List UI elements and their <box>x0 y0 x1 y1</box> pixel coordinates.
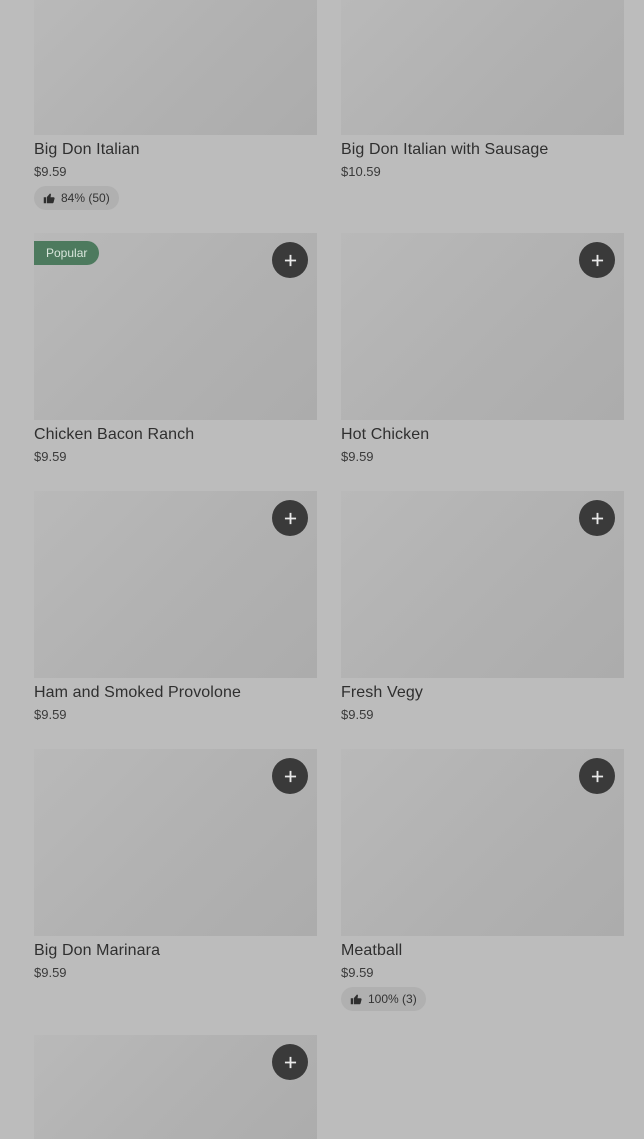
item-price: $9.59 <box>34 164 67 179</box>
menu-item-card[interactable]: Big Don Italian with Sausage $10.59 <box>341 0 624 180</box>
item-name: Fresh Vegy <box>341 684 423 701</box>
menu-item-card[interactable]: Popular Chicken Bacon Ranch $9.59 <box>34 233 317 465</box>
item-name: Ham and Smoked Provolone <box>34 684 241 701</box>
item-image <box>341 749 624 936</box>
add-item-button[interactable] <box>272 758 308 794</box>
menu-item-card[interactable] <box>34 1035 317 1139</box>
plus-icon <box>591 512 604 525</box>
plus-icon <box>284 254 297 267</box>
item-price: $9.59 <box>34 965 67 980</box>
thumbs-up-icon <box>350 993 362 1005</box>
add-item-button[interactable] <box>272 500 308 536</box>
item-price: $9.59 <box>341 965 374 980</box>
plus-icon <box>591 254 604 267</box>
rating-text: 100% (3) <box>368 992 417 1006</box>
add-item-button[interactable] <box>579 758 615 794</box>
menu-item-card[interactable]: Hot Chicken $9.59 <box>341 233 624 465</box>
item-image <box>34 749 317 936</box>
item-image <box>34 1035 317 1139</box>
rating-badge: 100% (3) <box>341 987 426 1011</box>
item-image <box>34 491 317 678</box>
item-price: $9.59 <box>34 707 67 722</box>
item-name: Chicken Bacon Ranch <box>34 426 195 443</box>
menu-item-card[interactable]: Ham and Smoked Provolone $9.59 <box>34 491 317 723</box>
plus-icon <box>284 512 297 525</box>
plus-icon <box>284 1056 297 1069</box>
plus-icon <box>284 770 297 783</box>
rating-badge: 84% (50) <box>34 186 119 210</box>
popular-badge: Popular <box>34 241 100 265</box>
item-name: Meatball <box>341 942 403 959</box>
item-image <box>341 233 624 420</box>
item-price: $9.59 <box>34 449 67 464</box>
item-name: Big Don Marinara <box>34 942 161 959</box>
add-item-button[interactable] <box>579 500 615 536</box>
item-image <box>341 491 624 678</box>
add-item-button[interactable] <box>579 242 615 278</box>
menu-item-card[interactable]: Meatball $9.59 100% (3) <box>341 749 624 1011</box>
plus-icon <box>591 770 604 783</box>
item-image <box>34 0 317 135</box>
menu-item-card[interactable]: Big Don Italian $9.59 84% (50) <box>34 0 317 210</box>
menu-item-card[interactable]: Fresh Vegy $9.59 <box>341 491 624 723</box>
add-item-button[interactable] <box>272 1044 308 1080</box>
item-image <box>341 0 624 135</box>
add-item-button[interactable] <box>272 242 308 278</box>
item-name: Hot Chicken <box>341 426 430 443</box>
item-price: $9.59 <box>341 707 374 722</box>
menu-grid: Big Don Italian $9.59 84% (50) Big Don I… <box>0 0 644 1139</box>
menu-item-card[interactable]: Big Don Marinara $9.59 <box>34 749 317 981</box>
item-name: Big Don Italian with Sausage <box>341 141 549 158</box>
thumbs-up-icon <box>43 192 55 204</box>
item-price: $10.59 <box>341 164 381 179</box>
rating-text: 84% (50) <box>61 191 110 205</box>
item-price: $9.59 <box>341 449 374 464</box>
item-image: Popular <box>34 233 317 420</box>
item-name: Big Don Italian <box>34 141 140 158</box>
